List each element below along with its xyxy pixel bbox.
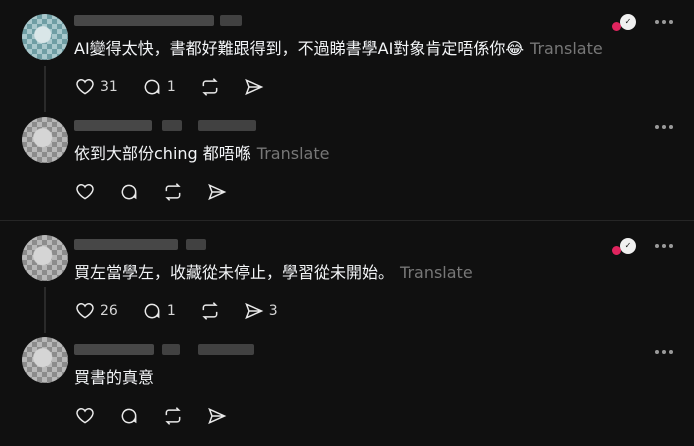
comment-icon [144,79,160,95]
more-icon[interactable] [655,20,673,24]
like-button[interactable]: 31 [75,77,118,97]
like-button[interactable] [75,406,95,426]
send-icon [208,183,227,201]
author-badge-icon: ✓ [620,14,636,30]
heart-icon [76,184,94,200]
thread-line [44,287,46,333]
heart-icon [76,408,94,424]
comment-icon [144,303,160,319]
repost-icon [165,407,181,425]
heart-icon [76,303,94,319]
post-body: 買書的真意 [74,368,155,387]
post-body: 買左當學左，收藏從未停止，學習從未開始。 [74,263,395,282]
timestamp [198,344,254,355]
reply-button[interactable] [119,182,139,202]
more-icon[interactable] [655,125,673,129]
repost-icon [165,183,181,201]
avatar[interactable] [22,117,68,163]
heart-icon [76,79,94,95]
username[interactable] [74,120,152,131]
send-icon [244,302,264,320]
share-button[interactable] [207,182,227,202]
repost-icon [202,302,218,320]
username[interactable] [74,15,214,26]
send-icon [244,78,264,96]
repost-button[interactable] [163,182,183,202]
timestamp [162,344,180,355]
like-button[interactable] [75,182,95,202]
like-count: 26 [100,303,118,319]
send-icon [208,407,227,425]
translate-link[interactable]: Translate [530,39,603,58]
reply-count: 1 [166,303,176,319]
post-actions [75,182,251,202]
reply-button[interactable] [119,406,139,426]
avatar[interactable] [22,337,68,383]
post-text: 依到大部份ching 都唔喺 Translate [74,143,329,165]
avatar[interactable] [22,235,68,281]
more-icon[interactable] [655,350,673,354]
post-body: AI變得太快，書都好難跟得到，不過睇書學AI對象肯定唔係你😂 [74,39,525,58]
share-button[interactable]: 3 [244,301,278,321]
timestamp [198,120,256,131]
like-count: 31 [100,79,118,95]
post-actions: 31 1 [75,77,293,97]
reply-count: 1 [166,79,176,95]
repost-icon [202,78,218,96]
post-text: 買書的真意 [74,367,154,389]
divider [0,220,694,221]
repost-button[interactable] [163,406,183,426]
repost-button[interactable] [200,301,220,321]
post-actions [75,406,251,426]
comment-icon [121,184,137,200]
share-count: 3 [268,303,278,319]
translate-link[interactable]: Translate [400,263,473,282]
more-icon[interactable] [655,244,673,248]
timestamp [186,239,206,250]
like-button[interactable]: 26 [75,301,118,321]
comment-icon [121,408,137,424]
author-badge-icon: ✓ [620,238,636,254]
username[interactable] [74,239,178,250]
post-text: AI變得太快，書都好難跟得到，不過睇書學AI對象肯定唔係你😂 Translate [74,38,603,60]
post-actions: 26 1 3 [75,301,302,321]
timestamp [162,120,182,131]
avatar[interactable] [22,14,68,60]
share-button[interactable] [207,406,227,426]
share-button[interactable] [244,77,269,97]
thread-line [44,66,46,112]
timestamp [220,15,242,26]
repost-button[interactable] [200,77,220,97]
reply-button[interactable]: 1 [142,301,176,321]
post-body: 依到大部份ching 都唔喺 [74,144,251,163]
username[interactable] [74,344,154,355]
reply-button[interactable]: 1 [142,77,176,97]
translate-link[interactable]: Translate [257,144,330,163]
post-text: 買左當學左，收藏從未停止，學習從未開始。 Translate [74,262,473,284]
